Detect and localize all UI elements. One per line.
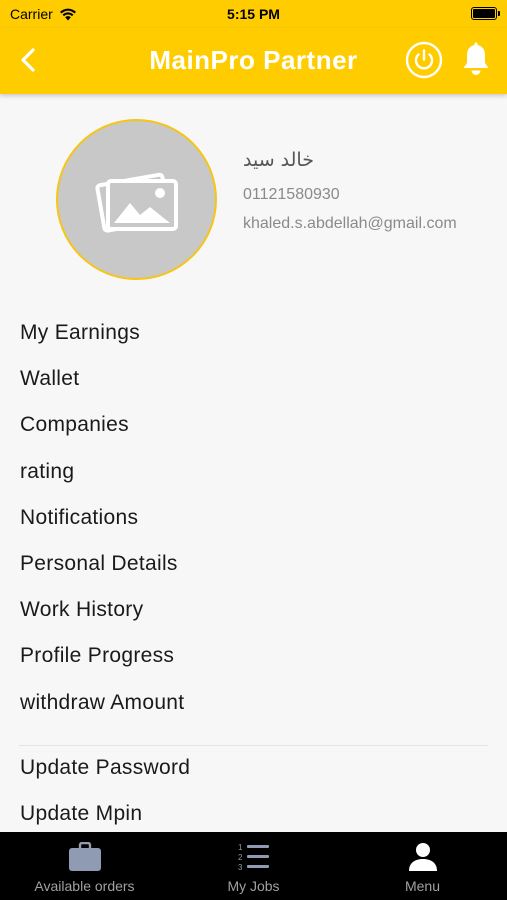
svg-text:1: 1 — [238, 843, 243, 852]
status-bar: Carrier 5:15 PM — [0, 0, 507, 28]
menu-item-profile-progress[interactable]: Profile Progress — [0, 633, 507, 679]
menu-item-update-mpin[interactable]: Update Mpin — [0, 791, 507, 837]
menu-item-rating[interactable]: rating — [0, 449, 507, 495]
profile-header: خالد سيد 01121580930 khaled.s.abdellah@g… — [0, 94, 507, 294]
tab-label-my-jobs: My Jobs — [227, 878, 280, 894]
tab-label-available-orders: Available orders — [34, 878, 135, 894]
menu-list: My Earnings Wallet Companies rating Noti… — [0, 310, 507, 746]
secondary-menu-list: Update Password Update Mpin — [0, 745, 507, 837]
power-icon[interactable] — [405, 41, 443, 79]
numbered-list-icon: 1 2 3 — [237, 841, 271, 873]
svg-text:2: 2 — [238, 853, 243, 862]
user-email: khaled.s.abdellah@gmail.com — [243, 215, 457, 232]
image-placeholder-icon — [94, 172, 178, 233]
svg-text:3: 3 — [238, 863, 243, 872]
menu-item-withdraw-amount[interactable]: withdraw Amount — [0, 680, 507, 726]
battery-icon — [471, 7, 500, 20]
tab-available-orders[interactable]: Available orders — [0, 832, 169, 900]
menu-item-wallet[interactable]: Wallet — [0, 356, 507, 402]
briefcase-icon — [68, 841, 102, 873]
menu-item-notifications[interactable]: Notifications — [0, 495, 507, 541]
menu-item-my-earnings[interactable]: My Earnings — [0, 310, 507, 356]
tab-menu[interactable]: Menu — [338, 832, 507, 900]
bell-icon[interactable] — [459, 42, 493, 78]
person-icon — [406, 841, 440, 873]
menu-item-work-history[interactable]: Work History — [0, 587, 507, 633]
nav-bar: MainPro Partner — [0, 28, 507, 94]
menu-item-update-password[interactable]: Update Password — [0, 745, 507, 791]
avatar[interactable] — [56, 119, 217, 280]
tab-my-jobs[interactable]: 1 2 3 My Jobs — [169, 832, 338, 900]
user-phone: 01121580930 — [243, 186, 340, 203]
menu-item-personal-details[interactable]: Personal Details — [0, 541, 507, 587]
status-time: 5:15 PM — [227, 6, 280, 22]
tab-bar: Available orders 1 2 3 My Jobs Menu — [0, 832, 507, 900]
tab-label-menu: Menu — [404, 878, 441, 894]
menu-item-companies[interactable]: Companies — [0, 402, 507, 448]
user-name: خالد سيد — [243, 149, 314, 171]
